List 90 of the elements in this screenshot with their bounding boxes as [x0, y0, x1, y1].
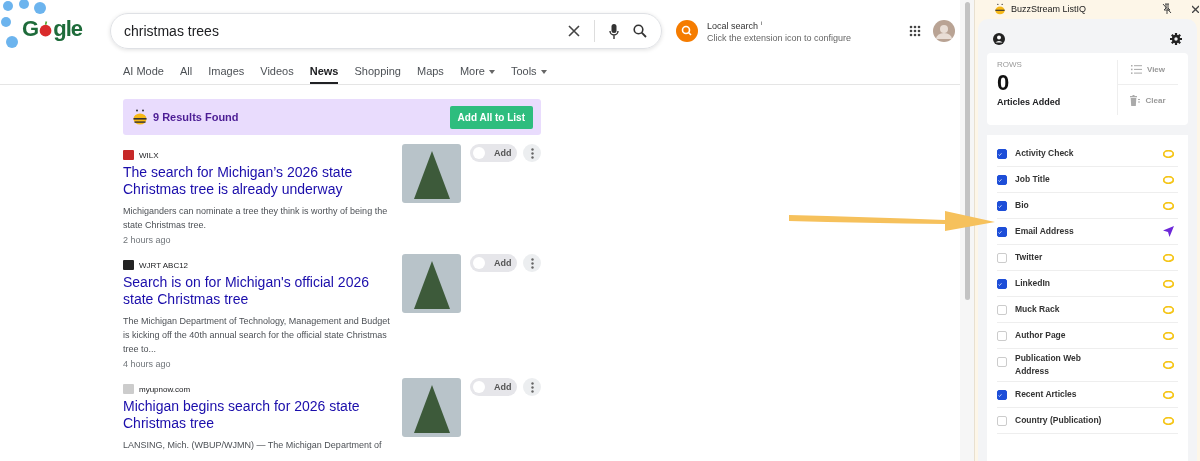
search-tab[interactable]: Tools — [510, 62, 547, 84]
coin-icon — [1163, 279, 1174, 288]
close-icon[interactable] — [568, 25, 580, 37]
source-favicon-icon — [123, 384, 134, 394]
source-name: WJRT ABC12 — [139, 260, 189, 270]
search-tab[interactable]: More — [459, 62, 495, 84]
search-tab[interactable]: All — [179, 62, 193, 84]
checkmark-icon — [998, 150, 1002, 158]
checkmark-icon — [998, 280, 1002, 288]
local-search-title: Local search — [707, 20, 759, 31]
field-checkbox[interactable] — [997, 390, 1007, 400]
trash-icon — [1130, 94, 1141, 106]
apps-grid-icon[interactable] — [909, 25, 922, 37]
field-checkbox[interactable] — [997, 175, 1007, 185]
field-label: Bio — [1015, 199, 1030, 212]
microphone-icon[interactable] — [609, 23, 619, 39]
coin-icon — [1163, 253, 1174, 262]
results-count: 9 Results Found — [153, 111, 240, 123]
field-checkbox[interactable] — [997, 201, 1007, 211]
article-title-link[interactable]: The search for Michigan’s 2026 state Christmas tree is already underway — [123, 164, 393, 198]
source-name: WILX — [139, 150, 159, 160]
article-snippet: Michiganders can nominate a tree they think is worthy of being the state Christmas tree. — [123, 205, 389, 232]
field-checkbox[interactable] — [997, 149, 1007, 159]
search-tab[interactable]: Images — [208, 62, 245, 84]
field-label: Country (Publication) — [1015, 414, 1103, 427]
field-label: Muck Rack — [1015, 303, 1061, 316]
field-label: Job Title — [1015, 173, 1051, 186]
field-checkbox[interactable] — [997, 227, 1007, 237]
kebab-icon — [530, 257, 534, 269]
coin-icon — [1163, 201, 1174, 210]
coin-icon — [1163, 149, 1174, 158]
coin-icon — [1163, 390, 1174, 399]
source-favicon-icon — [123, 260, 134, 270]
coin-icon — [1163, 416, 1174, 425]
article-snippet: The Michigan Department of Technology, Management and Budget is kicking off the 40th annual search for the official state Christmas tree to... — [123, 315, 391, 356]
field-label: Author Page — [1015, 329, 1067, 342]
coin-icon — [1163, 175, 1174, 184]
more-options-button[interactable] — [523, 378, 541, 396]
search-tab[interactable]: Shopping — [354, 62, 401, 84]
field-label: Activity Check — [1015, 147, 1075, 160]
kebab-icon — [530, 381, 534, 393]
field-label: Publication Web Address — [1015, 352, 1082, 378]
bee-icon — [133, 109, 147, 125]
coin-icon — [1163, 361, 1174, 369]
unpin-icon[interactable] — [1162, 3, 1172, 14]
rows-count: 0 — [997, 72, 1011, 94]
search-tab[interactable]: AI Mode — [123, 62, 164, 84]
source-favicon-icon — [123, 150, 134, 160]
search-tab[interactable]: Maps — [416, 62, 444, 84]
rows-caption: ROWS — [997, 60, 1023, 69]
more-options-button[interactable] — [523, 254, 541, 272]
close-icon[interactable] — [1192, 4, 1199, 13]
tree-photo-placeholder — [402, 144, 461, 203]
panel-title: BuzzStream ListIQ — [1011, 3, 1088, 14]
article-title-link[interactable]: Search is on for Michigan's official 2026 state Christmas tree — [123, 274, 393, 308]
search-tab[interactable]: Videos — [260, 62, 294, 84]
more-options-button[interactable] — [523, 144, 541, 162]
add-toggle[interactable]: Add — [470, 378, 518, 396]
coin-icon — [1163, 331, 1174, 340]
checkmark-icon — [998, 176, 1002, 184]
field-checkbox[interactable] — [997, 279, 1007, 289]
article-time: 2 hours ago — [123, 235, 172, 245]
bee-icon — [995, 2, 1005, 15]
checkmark-icon — [998, 391, 1002, 399]
search-tab[interactable]: News — [309, 62, 339, 84]
send-icon — [1163, 226, 1174, 237]
tree-photo-placeholder — [402, 254, 461, 313]
articles-added-label: Articles Added — [997, 97, 1062, 107]
checkmark-icon — [998, 202, 1002, 210]
article-snippet: LANSING, Mich. (WBUP/WJMN) — The Michigan Department of — [123, 439, 383, 452]
scrollbar[interactable] — [960, 0, 974, 461]
article-title-link[interactable]: Michigan begins search for 2026 state Christmas tree — [123, 398, 393, 432]
search-icon[interactable] — [633, 24, 647, 38]
account-icon[interactable] — [993, 33, 1005, 45]
field-label: LinkedIn — [1015, 277, 1051, 290]
article-time: 4 hours ago — [123, 359, 172, 369]
kebab-icon — [530, 147, 534, 159]
add-toggle[interactable]: Add — [470, 254, 518, 272]
list-icon — [1130, 64, 1142, 74]
field-label: Recent Articles — [1015, 388, 1078, 401]
checkmark-icon — [998, 228, 1002, 236]
settings-icon[interactable] — [1170, 33, 1182, 45]
doodle-logo[interactable]: G gle — [22, 16, 82, 42]
field-label: Email Address — [1015, 225, 1075, 238]
coin-icon — [1163, 305, 1174, 314]
tree-photo-placeholder — [402, 378, 461, 437]
local-search-hint: Click the extension icon to configure — [707, 32, 852, 43]
source-name: myupnow.com — [139, 384, 191, 394]
field-label: Twitter — [1015, 251, 1044, 264]
add-toggle[interactable]: Add — [470, 144, 518, 162]
